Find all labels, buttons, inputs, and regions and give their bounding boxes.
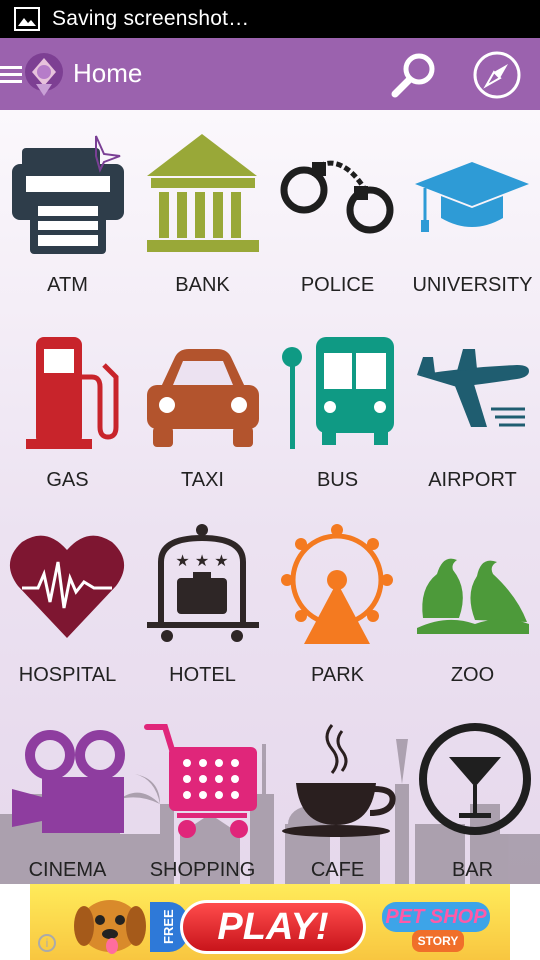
category-label: CAFE — [310, 859, 365, 881]
image-icon — [14, 7, 40, 31]
category-hotel[interactable]: ★ ★ ★ HOTEL — [135, 500, 270, 695]
fuel-pump-icon — [26, 337, 119, 449]
category-label: TAXI — [181, 469, 224, 491]
category-label: HOTEL — [169, 664, 236, 686]
coffee-cup-icon — [282, 724, 396, 837]
category-label: ZOO — [450, 664, 495, 686]
ad-info-icon[interactable]: i — [38, 934, 56, 952]
hotel-bell-icon: ★ ★ ★ — [147, 524, 259, 642]
birds-icon — [417, 558, 529, 634]
search-icon[interactable] — [388, 49, 440, 101]
printer-icon — [12, 135, 124, 254]
svg-text:★ ★ ★: ★ ★ ★ — [175, 551, 228, 570]
app-logo[interactable] — [22, 50, 66, 98]
ad-brand-line2: STORY — [412, 930, 464, 952]
category-gas[interactable]: GAS — [0, 305, 135, 500]
ad-brand-logo: PET SHOP STORY — [378, 896, 494, 956]
category-taxi[interactable]: TAXI — [135, 305, 270, 500]
category-park[interactable]: PARK — [270, 500, 405, 695]
airplane-icon — [417, 349, 529, 427]
hamburger-icon[interactable] — [0, 64, 22, 84]
handcuffs-icon — [280, 160, 394, 234]
bank-icon — [147, 134, 259, 252]
category-university[interactable]: UNIVERSITY — [405, 110, 540, 305]
ad-banner[interactable]: FREE PLAY! PET SHOP STORY — [30, 884, 510, 960]
category-police[interactable]: POLICE — [270, 110, 405, 305]
heart-pulse-icon — [9, 535, 125, 638]
ferris-wheel-icon — [281, 524, 393, 644]
category-hospital[interactable]: HOSPITAL — [0, 500, 135, 695]
category-label: HOSPITAL — [18, 664, 117, 686]
category-label: BUS — [316, 469, 359, 491]
car-icon — [147, 349, 259, 447]
movie-camera-icon — [12, 730, 125, 833]
action-bar: Home — [0, 38, 540, 110]
compass-icon[interactable] — [472, 50, 522, 100]
notification-text: Saving screenshot… — [52, 7, 250, 30]
category-airport[interactable]: AIRPORT — [405, 305, 540, 500]
category-cafe[interactable]: CAFE — [270, 695, 405, 884]
shopping-cart-icon — [144, 724, 257, 838]
page-title: Home — [73, 58, 143, 88]
category-label: BANK — [175, 274, 230, 296]
category-grid: ATM BANK POLICE UNIVERSITY GAS TAXI BUS … — [0, 110, 540, 884]
category-zoo[interactable]: ZOO — [405, 500, 540, 695]
bus-icon — [282, 337, 394, 449]
status-bar: Saving screenshot… — [0, 0, 540, 38]
category-label: POLICE — [300, 274, 375, 296]
category-label: AIRPORT — [428, 469, 517, 491]
category-label: GAS — [46, 469, 89, 491]
category-label: UNIVERSITY — [412, 274, 533, 296]
category-label: CINEMA — [28, 859, 107, 881]
category-cinema[interactable]: CINEMA — [0, 695, 135, 884]
category-label: ATM — [47, 274, 88, 296]
ad-brand-line1: PET SHOP — [382, 902, 490, 932]
ad-container: FREE PLAY! PET SHOP STORY i — [0, 884, 540, 960]
cocktail-icon — [419, 723, 531, 835]
category-shopping[interactable]: SHOPPING — [135, 695, 270, 884]
category-grid-area: ATM BANK POLICE UNIVERSITY GAS TAXI BUS … — [0, 110, 540, 884]
category-bus[interactable]: BUS — [270, 305, 405, 500]
category-bank[interactable]: BANK — [135, 110, 270, 305]
category-label: SHOPPING — [149, 859, 256, 881]
category-bar[interactable]: BAR — [405, 695, 540, 884]
category-label: PARK — [311, 664, 364, 686]
ad-play-button[interactable]: PLAY! — [180, 900, 366, 954]
dog-illustration-icon — [74, 900, 146, 954]
category-label: BAR — [451, 859, 494, 881]
category-atm[interactable]: ATM — [0, 110, 135, 305]
graduation-cap-icon — [415, 162, 529, 232]
